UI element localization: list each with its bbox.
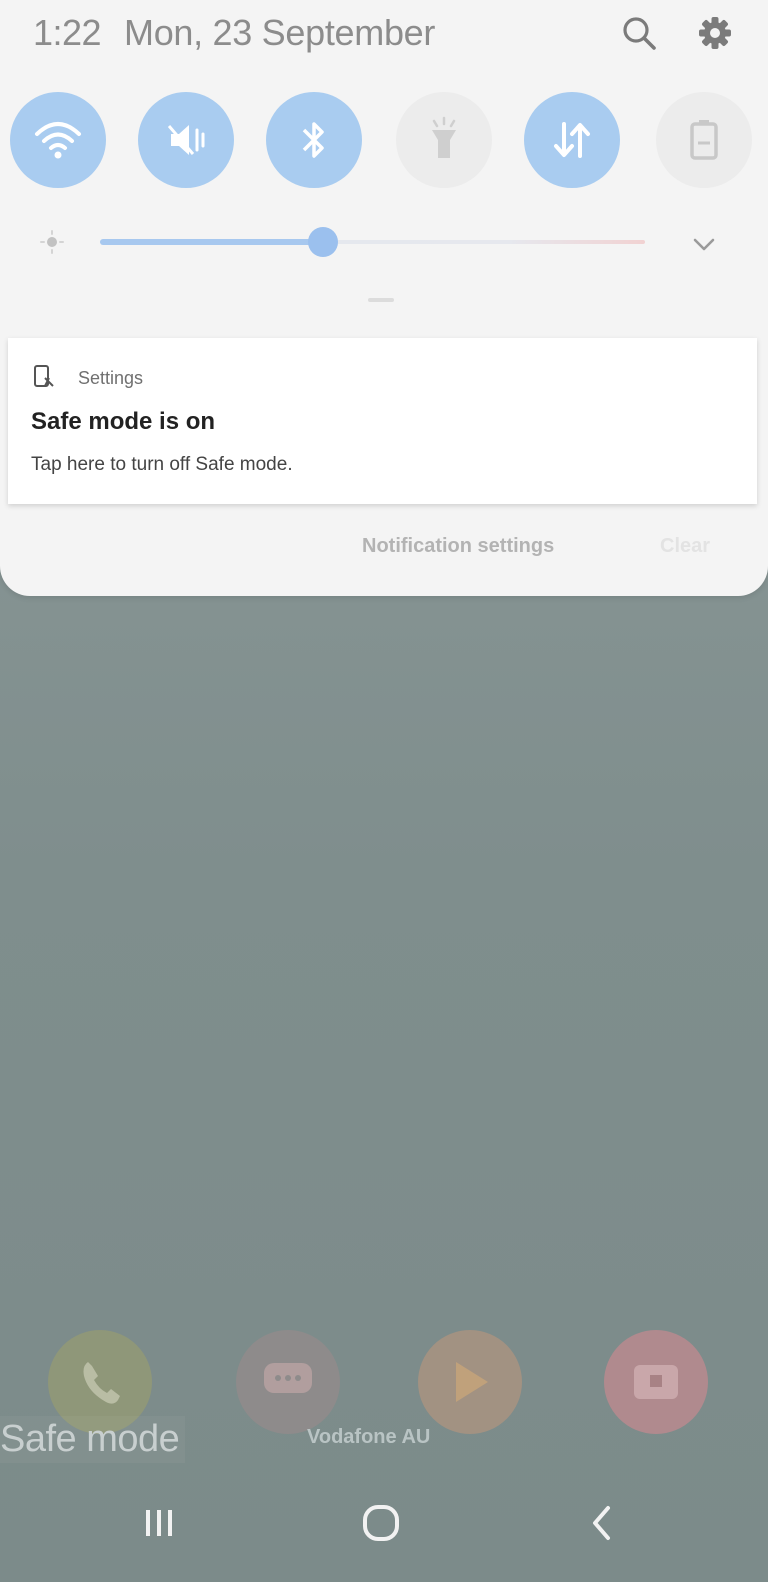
- play-store-icon: [456, 1362, 488, 1402]
- messages-app-icon[interactable]: [236, 1330, 340, 1434]
- flashlight-toggle[interactable]: [396, 92, 492, 188]
- navigation-bar: [0, 1470, 768, 1582]
- battery-saver-toggle[interactable]: [656, 92, 752, 188]
- sound-mode-toggle[interactable]: [138, 92, 234, 188]
- brightness-slider-thumb[interactable]: [308, 227, 338, 257]
- brightness-slider-fill: [100, 239, 323, 245]
- clear-button[interactable]: Clear: [660, 535, 710, 558]
- brightness-control: [0, 222, 768, 262]
- clock: 1:22: [33, 12, 102, 53]
- messages-icon: [264, 1363, 312, 1393]
- mute-vibrate-icon: [167, 125, 205, 155]
- back-icon: [593, 1506, 610, 1540]
- quick-settings-row: [0, 92, 768, 192]
- play-store-app-icon[interactable]: [418, 1330, 522, 1434]
- notification-shade: 1:22 Mon, 23 September Settings Safe mod…: [0, 0, 768, 596]
- date: Mon, 23 September: [124, 12, 436, 53]
- notification-title: Safe mode is on: [31, 408, 216, 435]
- gear-icon: [699, 17, 731, 49]
- camera-app-icon[interactable]: [604, 1330, 708, 1434]
- expand-quick-settings-button[interactable]: [690, 230, 718, 258]
- search-button[interactable]: [618, 12, 660, 54]
- chevron-down-icon: [693, 238, 715, 251]
- notification-settings-button[interactable]: Notification settings: [362, 535, 554, 558]
- mobile-data-toggle[interactable]: [524, 92, 620, 188]
- data-transfer-icon: [554, 122, 590, 158]
- safe-mode-notification[interactable]: Settings Safe mode is on Tap here to tur…: [8, 338, 757, 504]
- phone-icon: [83, 1362, 120, 1404]
- home-icon: [363, 1505, 399, 1541]
- safe-mode-label: Safe mode: [0, 1416, 186, 1463]
- brightness-icon: [40, 230, 64, 254]
- flashlight-icon: [432, 116, 456, 158]
- bluetooth-icon: [302, 122, 324, 158]
- search-icon: [623, 17, 656, 50]
- wifi-toggle[interactable]: [10, 92, 106, 188]
- notification-text: Tap here to turn off Safe mode.: [31, 454, 293, 475]
- settings-app-icon: [33, 364, 55, 390]
- phone-screen: Safe mode Vodafone AU 1:22 Mon, 23 Septe…: [0, 0, 768, 1582]
- wifi-icon: [35, 122, 81, 159]
- recent-apps-icon: [146, 1510, 172, 1536]
- notification-app-name: Settings: [78, 368, 144, 388]
- bluetooth-toggle[interactable]: [266, 92, 362, 188]
- recent-apps-button[interactable]: [134, 1500, 184, 1546]
- back-button[interactable]: [578, 1500, 628, 1546]
- shade-header: 1:22 Mon, 23 September: [0, 0, 768, 70]
- camera-icon: [634, 1365, 678, 1399]
- battery-icon: [690, 120, 718, 160]
- home-button[interactable]: [356, 1500, 406, 1546]
- carrier-label: Vodafone AU: [307, 1426, 431, 1448]
- settings-button[interactable]: [694, 12, 736, 54]
- shade-drag-handle[interactable]: [368, 298, 394, 302]
